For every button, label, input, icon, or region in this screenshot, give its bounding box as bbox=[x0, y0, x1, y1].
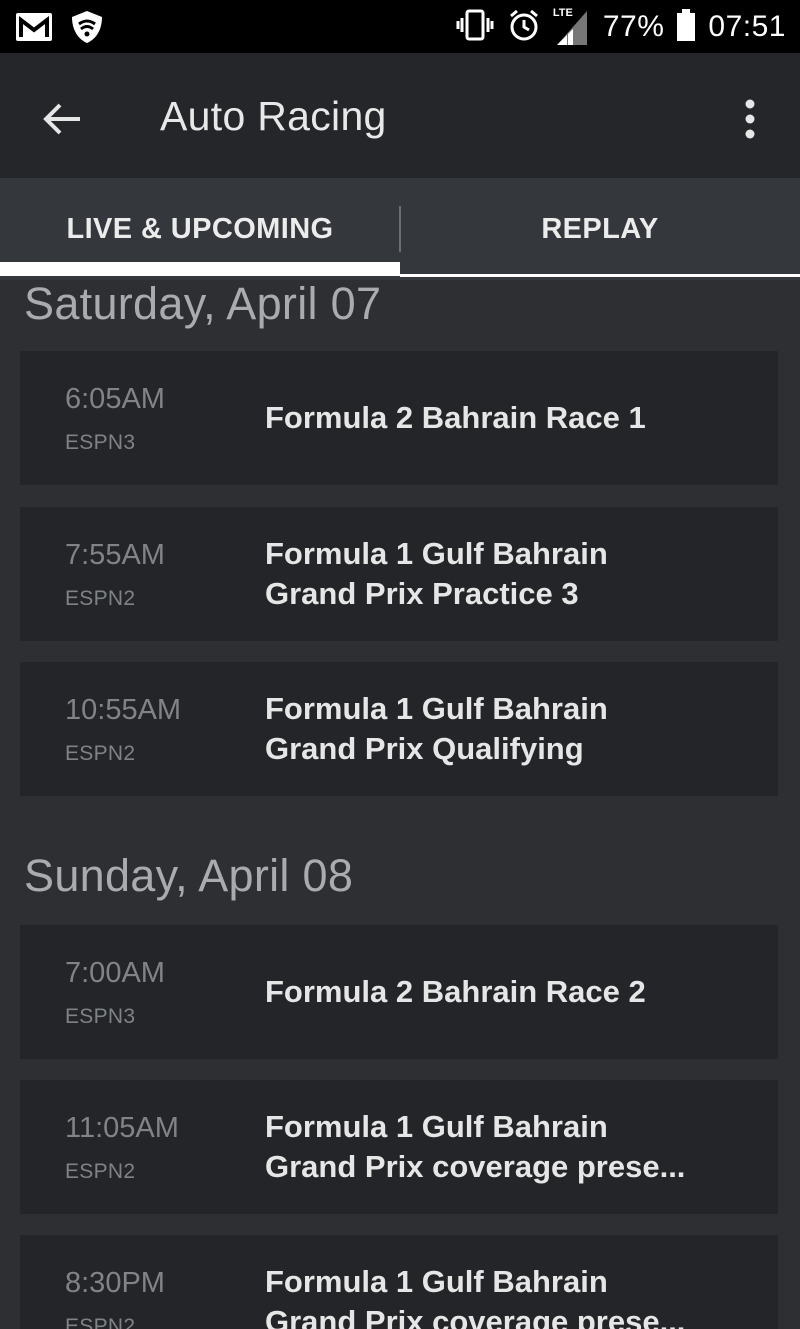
event-time: 8:30PM bbox=[65, 1267, 165, 1299]
overflow-menu-button[interactable] bbox=[730, 93, 770, 145]
event-card[interactable]: 8:30PM ESPN2 Formula 1 Gulf Bahrain Gran… bbox=[20, 1235, 778, 1329]
event-time: 7:55AM bbox=[65, 539, 165, 571]
alarm-icon bbox=[507, 8, 541, 47]
event-title: Formula 2 Bahrain Race 1 bbox=[265, 400, 646, 435]
event-title: Formula 2 Bahrain Race 2 bbox=[265, 974, 646, 1009]
system-status: LTE 77% 07:51 bbox=[455, 6, 786, 48]
event-channel: ESPN2 bbox=[65, 742, 136, 765]
battery-icon bbox=[676, 8, 696, 47]
event-time: 6:05AM bbox=[65, 383, 165, 415]
back-button[interactable] bbox=[36, 93, 88, 145]
event-time: 7:00AM bbox=[65, 957, 165, 989]
lte-signal-icon: LTE bbox=[553, 7, 591, 47]
selected-tab-indicator bbox=[0, 262, 400, 276]
day-header: Saturday, April 07 bbox=[24, 278, 382, 329]
tab-replay[interactable]: REPLAY bbox=[400, 178, 800, 280]
event-title: Formula 1 Gulf Bahrain Grand Prix Qualif… bbox=[265, 691, 608, 766]
event-title: Formula 1 Gulf Bahrain Grand Prix covera… bbox=[265, 1109, 686, 1184]
event-channel: ESPN2 bbox=[65, 587, 136, 610]
event-card[interactable]: 7:00AM ESPN3 Formula 2 Bahrain Race 2 bbox=[20, 925, 778, 1059]
battery-percent: 77% bbox=[602, 10, 665, 43]
tab-underline bbox=[400, 274, 800, 277]
vibrate-icon bbox=[455, 8, 495, 47]
event-time: 11:05AM bbox=[65, 1112, 179, 1144]
event-channel: ESPN2 bbox=[65, 1160, 136, 1183]
more-vert-icon bbox=[745, 99, 755, 139]
page-title: Auto Racing bbox=[160, 93, 387, 139]
clock: 07:51 bbox=[708, 10, 786, 43]
event-channel: ESPN3 bbox=[65, 1005, 136, 1028]
event-card[interactable]: 11:05AM ESPN2 Formula 1 Gulf Bahrain Gra… bbox=[20, 1080, 778, 1214]
vpn-shield-icon bbox=[68, 8, 106, 51]
event-channel: ESPN2 bbox=[65, 1315, 136, 1329]
status-bar: LTE 77% 07:51 bbox=[0, 0, 800, 53]
event-card[interactable]: 6:05AM ESPN3 Formula 2 Bahrain Race 1 bbox=[20, 351, 778, 485]
notification-icons bbox=[14, 8, 106, 51]
event-time: 10:55AM bbox=[65, 694, 182, 726]
event-card[interactable]: 10:55AM ESPN2 Formula 1 Gulf Bahrain Gra… bbox=[20, 662, 778, 796]
event-channel: ESPN3 bbox=[65, 431, 136, 454]
app-bar: Auto Racing bbox=[0, 53, 800, 178]
event-title: Formula 1 Gulf Bahrain Grand Prix covera… bbox=[265, 1264, 686, 1329]
gmail-icon bbox=[14, 10, 54, 49]
back-arrow-icon bbox=[43, 103, 80, 135]
event-card[interactable]: 7:55AM ESPN2 Formula 1 Gulf Bahrain Gran… bbox=[20, 507, 778, 641]
day-header: Sunday, April 08 bbox=[24, 850, 354, 901]
event-title: Formula 1 Gulf Bahrain Grand Prix Practi… bbox=[265, 536, 608, 611]
